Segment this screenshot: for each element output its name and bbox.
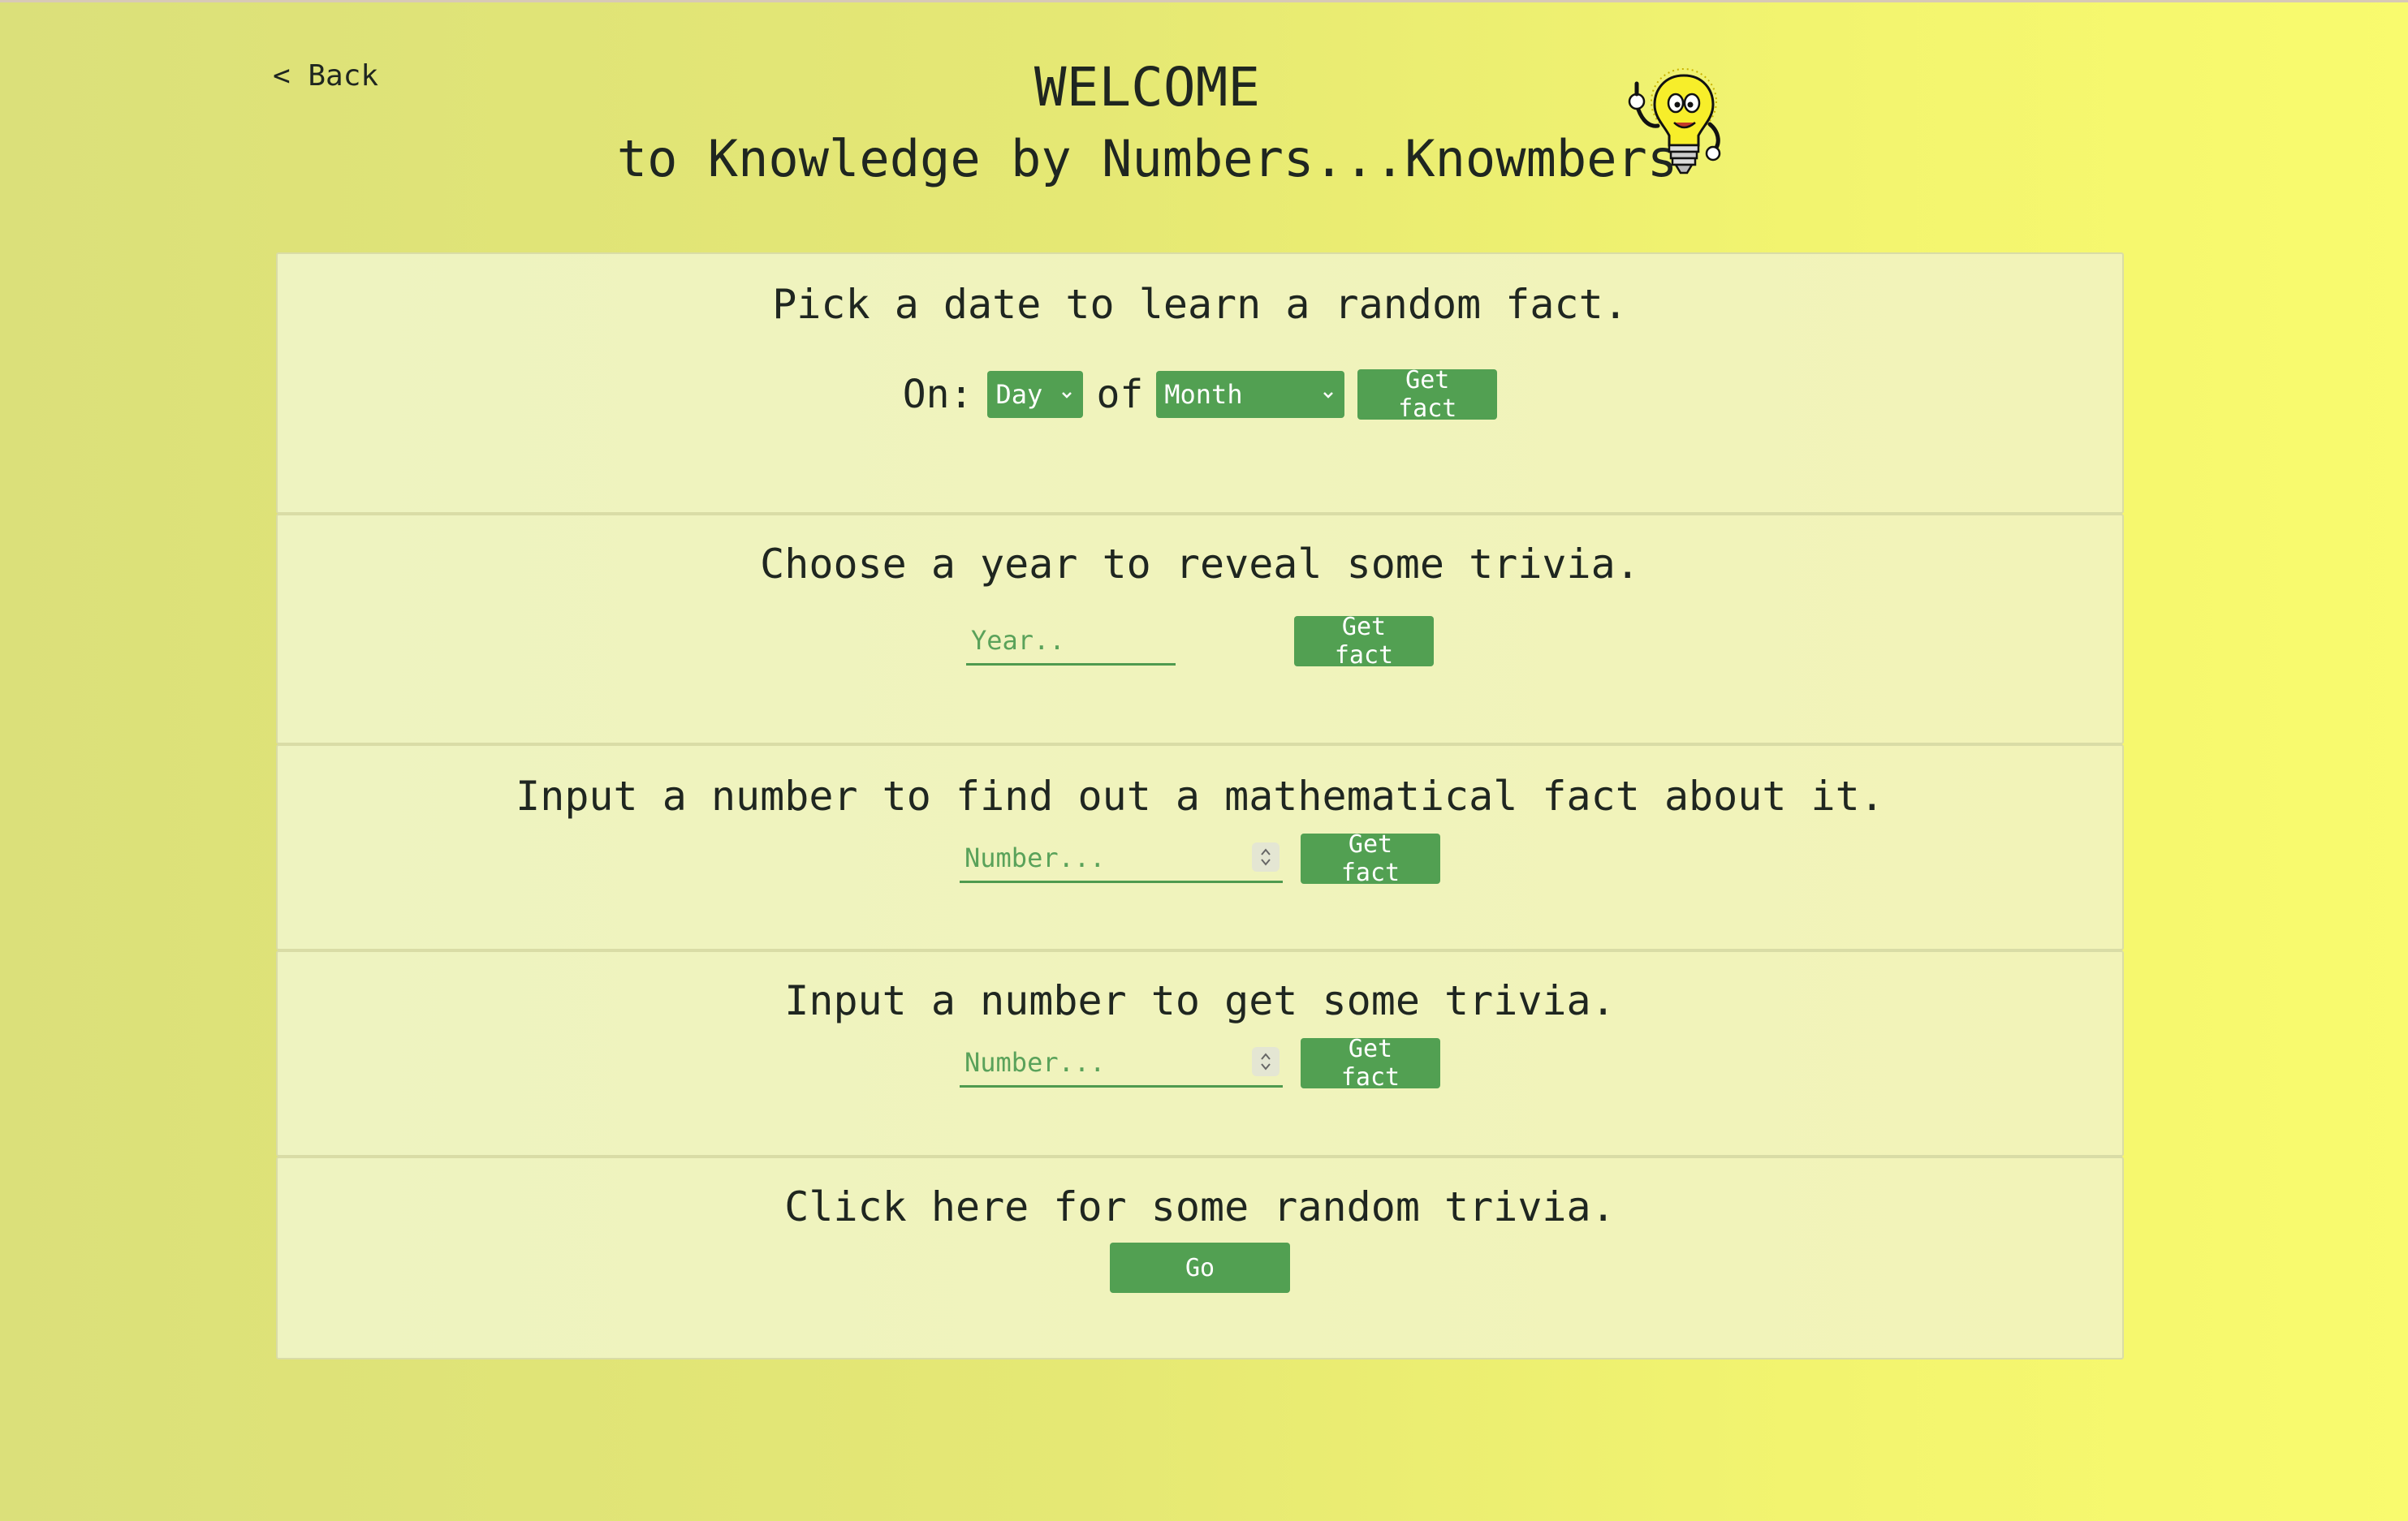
trivia-section-title: Input a number to get some trivia.: [784, 977, 1616, 1024]
math-number-input[interactable]: [960, 834, 1283, 883]
date-section-title: Pick a date to learn a random fact.: [772, 281, 1628, 328]
year-section-title: Choose a year to reveal some trivia.: [760, 541, 1640, 588]
random-section-title: Click here for some random trivia.: [784, 1183, 1616, 1230]
math-get-fact-button[interactable]: Get fact: [1301, 830, 1440, 887]
lightbulb-mascot-icon: [1628, 68, 1721, 175]
day-select[interactable]: Day: [987, 371, 1084, 418]
date-fact-controls: On: Day of Month Get fact: [278, 366, 2122, 423]
month-select-value: Month: [1164, 379, 1243, 410]
day-select-value: Day: [995, 379, 1043, 410]
page-title: WELCOME: [1034, 56, 1261, 118]
math-number-field: [960, 834, 1283, 883]
on-label: On:: [902, 372, 973, 417]
trivia-number-input[interactable]: [960, 1039, 1283, 1088]
year-input[interactable]: [966, 617, 1176, 666]
number-stepper[interactable]: [1252, 842, 1280, 872]
page-subtitle: to Knowledge by Numbers...Knowmbers: [616, 129, 1678, 188]
chevron-down-icon: [1323, 392, 1334, 399]
stepper-arrows-icon: [1261, 1053, 1271, 1071]
random-go-button[interactable]: Go: [1110, 1243, 1290, 1293]
math-fact-controls: Get fact: [278, 830, 2122, 887]
math-section-title: Input a number to find out a mathematica…: [516, 773, 1884, 820]
date-get-fact-button[interactable]: Get fact: [1357, 366, 1498, 423]
year-get-fact-button[interactable]: Get fact: [1294, 613, 1434, 670]
year-fact-panel: Choose a year to reveal some trivia. Get…: [276, 514, 2124, 744]
year-fact-controls: Get fact: [278, 613, 2122, 670]
trivia-fact-controls: Get fact: [278, 1035, 2122, 1092]
month-select[interactable]: Month: [1156, 371, 1345, 418]
trivia-fact-panel: Input a number to get some trivia. Get f…: [276, 950, 2124, 1157]
random-trivia-panel: Click here for some random trivia. Go: [276, 1157, 2124, 1359]
date-fact-panel: Pick a date to learn a random fact. On: …: [276, 252, 2124, 514]
number-stepper[interactable]: [1252, 1047, 1280, 1076]
of-label: of: [1096, 372, 1144, 417]
random-trivia-controls: Go: [278, 1243, 2122, 1293]
stepper-arrows-icon: [1261, 848, 1271, 866]
chevron-down-icon: [1062, 392, 1072, 399]
math-fact-panel: Input a number to find out a mathematica…: [276, 744, 2124, 950]
trivia-number-field: [960, 1039, 1283, 1088]
trivia-get-fact-button[interactable]: Get fact: [1301, 1035, 1440, 1092]
